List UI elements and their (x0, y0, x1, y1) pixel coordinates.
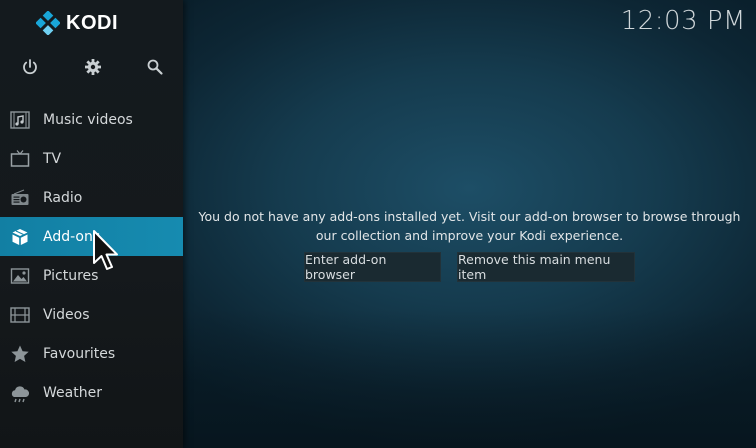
menu-item-videos[interactable]: Videos (0, 295, 183, 334)
power-icon[interactable] (18, 55, 42, 79)
no-addons-message: You do not have any add-ons installed ye… (183, 207, 756, 245)
message-line-1: You do not have any add-ons installed ye… (198, 209, 741, 224)
clock: 12:03 PM (620, 6, 746, 36)
search-icon[interactable] (143, 55, 167, 79)
menu-label: Pictures (43, 267, 99, 284)
radio-icon (9, 187, 30, 208)
top-icon-bar (0, 55, 183, 79)
menu-label: Music videos (43, 111, 133, 128)
music-video-icon (9, 109, 30, 130)
menu-item-music-videos[interactable]: Music videos (0, 100, 183, 139)
menu-item-tv[interactable]: TV (0, 139, 183, 178)
kodi-logo: KODI (36, 11, 118, 35)
settings-icon[interactable] (81, 55, 105, 79)
mouse-pointer-icon (93, 230, 118, 270)
menu-item-weather[interactable]: Weather (0, 373, 183, 412)
tv-icon (9, 148, 30, 169)
pictures-icon (9, 265, 30, 286)
enter-addon-browser-button[interactable]: Enter add-on browser (304, 252, 441, 282)
sidebar: KODI Music videos TV Radio Add-ons Pictu… (0, 0, 183, 448)
menu-label: Radio (43, 189, 83, 206)
menu-label: Favourites (43, 345, 116, 362)
app-name: KODI (66, 11, 118, 34)
menu-label: Videos (43, 306, 90, 323)
menu-label: Weather (43, 384, 102, 401)
addons-box-icon (9, 226, 30, 247)
remove-menu-item-button[interactable]: Remove this main menu item (457, 252, 635, 282)
menu-label: TV (43, 150, 62, 167)
weather-icon (9, 382, 30, 403)
menu-item-favourites[interactable]: Favourites (0, 334, 183, 373)
film-icon (9, 304, 30, 325)
star-icon (9, 343, 30, 364)
message-line-2: our collection and improve your Kodi exp… (315, 228, 624, 243)
menu-item-radio[interactable]: Radio (0, 178, 183, 217)
kodi-logo-icon (36, 11, 60, 35)
